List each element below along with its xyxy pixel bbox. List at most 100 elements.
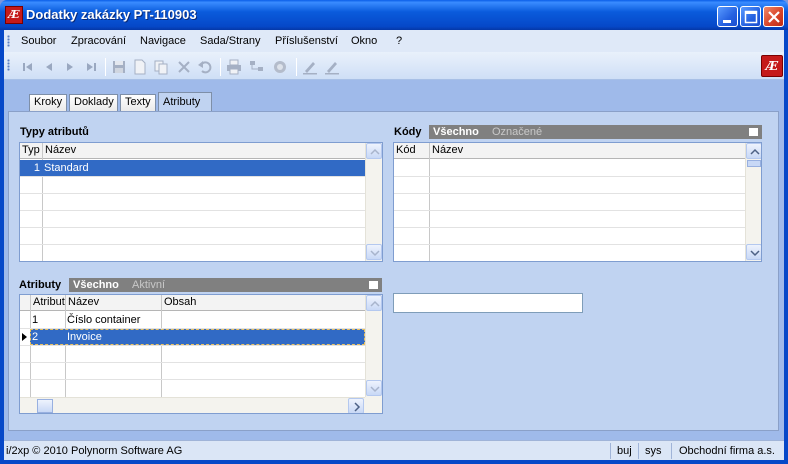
menu-prislusenstvi[interactable]: Příslušenství (275, 35, 338, 47)
first-record-icon[interactable] (20, 59, 36, 75)
new-document-icon[interactable] (132, 59, 148, 75)
horizontal-scrollbar[interactable] (20, 397, 365, 413)
tab-doklady[interactable]: Doklady (69, 94, 118, 111)
menu-okno[interactable]: Okno (351, 35, 377, 47)
codes-filter-toggle-icon[interactable] (748, 127, 759, 137)
column-header-atribut[interactable]: Atribut (30, 295, 65, 311)
grid-row-line (20, 210, 365, 211)
column-header-kod[interactable]: Kód (394, 143, 429, 159)
tab-atributy[interactable]: Atributy (158, 92, 212, 112)
vertical-scrollbar[interactable] (365, 295, 382, 397)
nazev-cell[interactable]: Invoice (67, 329, 102, 345)
codes-filter-marked[interactable]: Označené (492, 125, 542, 139)
highlight-pen-icon[interactable] (324, 59, 340, 75)
menu-grip-icon[interactable] (7, 35, 10, 47)
scroll-corner (365, 397, 382, 413)
attributes-grid[interactable]: Atribut Název Obsah 1 Číslo container 2 … (19, 294, 383, 414)
grid-row-line (20, 227, 365, 228)
codes-label: Kódy (394, 126, 422, 138)
grid-row-line (394, 210, 745, 211)
vertical-scrollbar[interactable] (745, 143, 761, 261)
maximize-button[interactable] (740, 6, 761, 27)
current-row-indicator-icon (22, 333, 27, 341)
attributes-filter-all[interactable]: Všechno (73, 278, 119, 292)
tab-texty[interactable]: Texty (120, 94, 156, 111)
grid-row-line (20, 176, 365, 177)
menu-zpracovani[interactable]: Zpracování (71, 35, 126, 47)
print-icon[interactable] (226, 59, 242, 75)
vertical-scrollbar[interactable] (365, 143, 382, 261)
scroll-up-button[interactable] (366, 143, 382, 159)
menu-sada-strany[interactable]: Sada/Strany (200, 35, 261, 47)
grid-row-line (20, 379, 365, 380)
minimize-icon (723, 20, 731, 23)
attributes-label: Atributy (19, 279, 62, 291)
status-separator (671, 443, 672, 459)
grid-row-line (20, 345, 365, 346)
close-icon (768, 11, 780, 23)
codes-filter-all[interactable]: Všechno (433, 125, 479, 139)
scroll-down-button[interactable] (366, 380, 382, 396)
next-record-icon[interactable] (62, 59, 78, 75)
copy-icon[interactable] (153, 59, 169, 75)
scroll-thumb[interactable] (37, 399, 53, 413)
delete-icon[interactable] (176, 59, 192, 75)
scroll-down-button[interactable] (746, 244, 761, 260)
column-header-nazev[interactable]: Název (429, 143, 745, 159)
grid-row-line (20, 193, 365, 194)
scroll-up-button[interactable] (366, 295, 382, 311)
toolbar-separator (220, 58, 221, 76)
atribut-cell[interactable]: 1 (32, 312, 38, 328)
scroll-up-button[interactable] (746, 143, 761, 159)
app-logo-icon: Æ (761, 55, 783, 77)
menu-navigace[interactable]: Navigace (140, 35, 186, 47)
atribut-cell[interactable]: 2 (32, 329, 38, 345)
column-header-nazev[interactable]: Název (42, 143, 365, 159)
status-company: Obchodní firma a.s. (679, 445, 775, 457)
chevron-up-icon (370, 300, 380, 307)
chevron-down-icon (370, 250, 380, 257)
save-icon[interactable] (111, 59, 127, 75)
nazev-cell[interactable]: Číslo container (67, 312, 140, 328)
menu-bar: Soubor Zpracování Navigace Sada/Strany P… (4, 30, 784, 52)
codes-grid[interactable]: Kód Název (393, 142, 762, 262)
grid-row-line (394, 227, 745, 228)
status-separator (610, 443, 611, 459)
grid-divider (161, 295, 162, 397)
chevron-down-icon (750, 250, 760, 257)
edit-pen-icon[interactable] (302, 59, 318, 75)
toolbar-separator (105, 58, 106, 76)
toolbar-grip-icon[interactable] (7, 59, 10, 71)
prev-record-icon[interactable] (41, 59, 57, 75)
status-copyright: i/2xp © 2010 Polynorm Software AG (6, 445, 183, 457)
column-header-obsah[interactable]: Obsah (161, 295, 365, 311)
status-user: buj (617, 445, 632, 457)
chevron-up-icon (750, 148, 760, 155)
last-record-icon[interactable] (83, 59, 99, 75)
status-system: sys (645, 445, 662, 457)
attributes-filter-toggle-icon[interactable] (368, 280, 379, 290)
attr-types-grid[interactable]: Typ Název 1 Standard (19, 142, 383, 262)
column-header-nazev[interactable]: Název (65, 295, 161, 311)
chevron-right-icon (354, 402, 361, 412)
menu-soubor[interactable]: Soubor (21, 35, 56, 47)
title-bar[interactable]: Æ Dodatky zakázky PT-110903 (0, 0, 788, 30)
typ-cell[interactable]: 1 (20, 160, 40, 176)
scroll-right-button[interactable] (348, 398, 364, 413)
column-header-typ[interactable]: Typ (20, 143, 42, 159)
tab-kroky[interactable]: Kroky (29, 94, 67, 111)
attr-types-label: Typy atributů (20, 126, 89, 138)
scroll-down-button[interactable] (366, 244, 382, 260)
scroll-thumb[interactable] (747, 160, 761, 167)
close-button[interactable] (763, 6, 784, 27)
record-icon[interactable] (272, 59, 288, 75)
grid-divider (65, 295, 66, 397)
undo-icon[interactable] (197, 59, 213, 75)
menu-help[interactable]: ? (396, 35, 402, 47)
minimize-button[interactable] (717, 6, 738, 27)
app-logo-icon[interactable]: Æ (5, 6, 23, 24)
tree-icon[interactable] (249, 59, 265, 75)
attribute-value-input[interactable] (393, 293, 583, 313)
attributes-filter-active[interactable]: Aktivní (132, 278, 165, 292)
nazev-cell[interactable]: Standard (44, 160, 89, 176)
